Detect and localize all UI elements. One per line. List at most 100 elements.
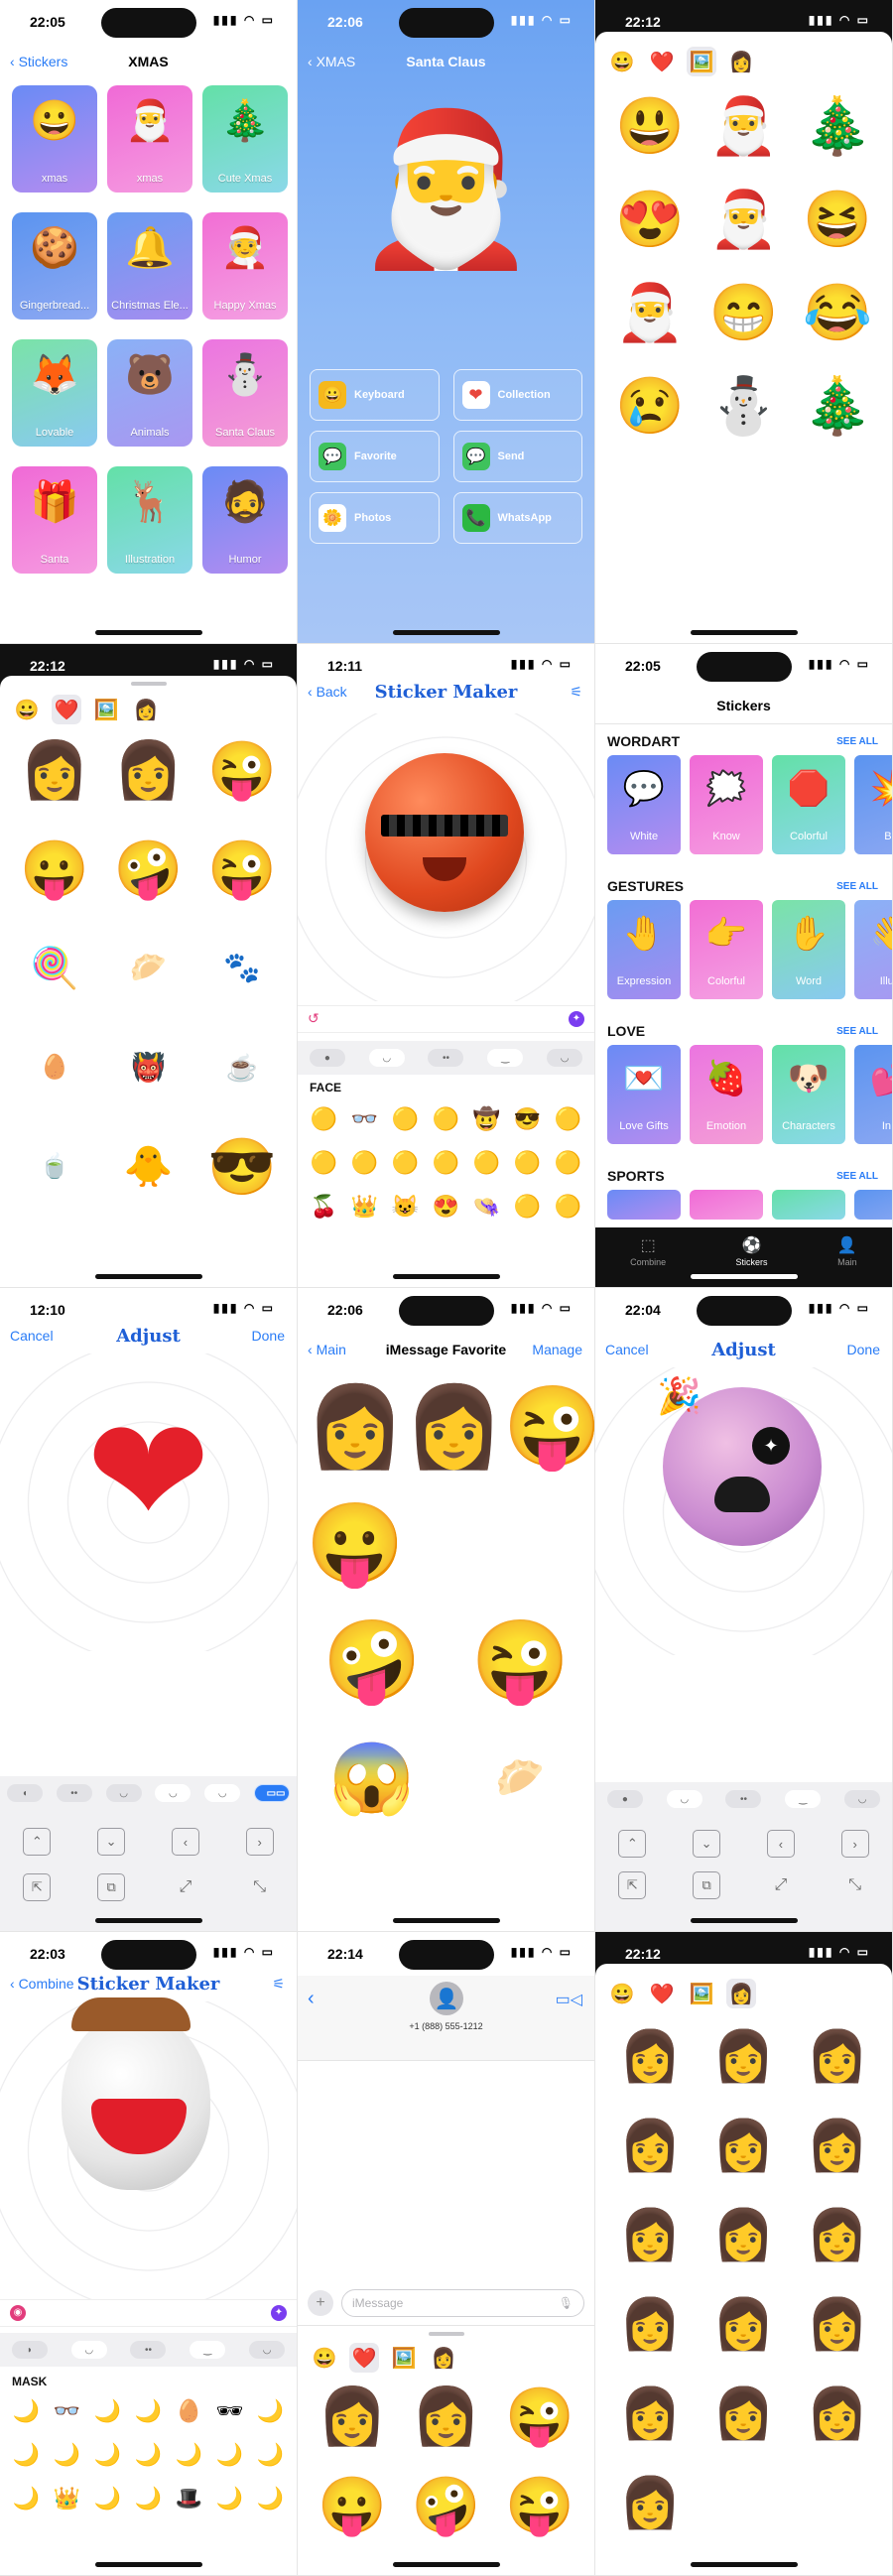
sticker[interactable]: 👩 [712, 2289, 774, 2359]
face-part[interactable]: 🟡 [473, 1148, 500, 1178]
plus-icon[interactable]: + [308, 2290, 333, 2316]
mask-part[interactable]: 🥚 [176, 2396, 202, 2426]
tab-stickers[interactable]: ⚽ Stickers [736, 1235, 768, 1287]
layer-chip[interactable]: ◡ [844, 1790, 881, 1808]
sticker[interactable]: 🤪 [412, 2471, 481, 2540]
reset-icon[interactable]: ↺ [308, 1010, 319, 1027]
mask-part[interactable]: 🌙 [13, 2396, 40, 2426]
sticker[interactable]: 🎅 [709, 185, 779, 254]
sticker[interactable]: 👩 [619, 2111, 681, 2180]
sticker[interactable]: 🍭 [30, 934, 79, 1003]
camera-icon[interactable]: ◉ [10, 2305, 26, 2321]
pack-card[interactable]: ✋ Word [772, 900, 845, 999]
mask-part[interactable]: 🌙 [94, 2440, 121, 2470]
mask-part[interactable]: 🌙 [94, 2484, 121, 2513]
sticker[interactable]: 👩 [318, 2382, 387, 2451]
sticker[interactable]: 😎 [207, 1132, 277, 1202]
pack-card[interactable] [690, 1190, 763, 1220]
layer-chip[interactable]: ● [606, 1790, 643, 1808]
layer-chip[interactable]: ‿ [785, 1790, 822, 1808]
category-card[interactable]: ⛄ Santa Claus [202, 339, 288, 447]
tab-emoji[interactable]: 😀 [607, 1979, 637, 2008]
face-part[interactable]: 🟡 [555, 1104, 581, 1134]
manage-button[interactable]: Manage [532, 1342, 582, 1357]
sticker[interactable]: 👩 [619, 2021, 681, 2091]
sticker[interactable]: 🍵 [40, 1132, 69, 1202]
move-right-icon[interactable]: › [245, 1828, 274, 1856]
category-card[interactable]: 🍪 Gingerbread... [12, 212, 97, 320]
shrink-icon[interactable]: ⤡ [841, 1871, 869, 1899]
sticker[interactable]: 🐾 [223, 934, 260, 1003]
face-part[interactable]: 🟡 [351, 1148, 378, 1178]
layer-chip[interactable]: ◡ [666, 1790, 702, 1808]
sticker[interactable]: 👩 [807, 2021, 868, 2091]
mask-part[interactable]: 🎩 [176, 2484, 202, 2513]
sticker[interactable]: 🎅 [615, 278, 685, 347]
layer-chip[interactable]: ◡ [155, 1784, 191, 1802]
category-card[interactable]: 🔔 Christmas Ele... [107, 212, 192, 320]
category-card[interactable]: 🧑‍🎄 Happy Xmas [202, 212, 288, 320]
sticker[interactable]: ☕ [226, 1033, 258, 1102]
photos-button[interactable]: 🌼 Photos [310, 492, 440, 544]
face-part[interactable]: 🟡 [555, 1192, 581, 1222]
sticker[interactable]: 👩 [412, 2382, 481, 2451]
face-part[interactable]: 👑 [351, 1192, 378, 1222]
magic-icon[interactable]: ✦ [569, 1011, 584, 1027]
pack-card[interactable]: 💬 White [607, 755, 681, 854]
face-part[interactable]: 👒 [473, 1192, 500, 1222]
layer-chip[interactable]: ‿ [190, 2341, 226, 2359]
move-up-icon[interactable]: ⌃ [618, 1830, 647, 1858]
face-part[interactable]: 👓 [351, 1104, 378, 1134]
tab-favorites[interactable]: ❤️ [647, 47, 677, 76]
sticker[interactable]: 😂 [803, 278, 872, 347]
pack-card[interactable] [854, 1190, 892, 1220]
move-right-icon[interactable]: › [840, 1830, 869, 1858]
layer-chip[interactable]: ◡ [70, 2341, 107, 2359]
tab-combine[interactable]: ⬚ Combine [630, 1235, 666, 1287]
sticker[interactable]: 😢 [615, 371, 685, 441]
sticker[interactable]: 👩 [807, 2289, 868, 2359]
back-chevron-icon[interactable]: ‹ [308, 1988, 315, 2010]
contact-avatar[interactable]: 👤 [430, 1982, 463, 2015]
tab-memoji[interactable]: 👩 [429, 2343, 458, 2373]
magic-icon[interactable]: ✦ [271, 2305, 287, 2321]
move-left-icon[interactable]: ‹ [766, 1830, 795, 1858]
sticker[interactable]: 😆 [803, 185, 872, 254]
layer-chip[interactable]: ◡ [249, 2341, 286, 2359]
layer-chip[interactable]: ◖ [6, 1784, 43, 1802]
mask-sticker-canvas[interactable] [62, 1997, 210, 2190]
sticker[interactable]: 👩 [807, 2200, 868, 2269]
face-part[interactable]: 🟡 [311, 1148, 337, 1178]
layer-chip[interactable]: ● [309, 1049, 345, 1067]
pack-card[interactable]: 💌 Love Gifts [607, 1045, 681, 1144]
mask-part[interactable]: 🌙 [13, 2440, 40, 2470]
sticker[interactable]: 😃 [615, 91, 685, 161]
tab-main[interactable]: 👤 Main [837, 1235, 857, 1287]
sticker[interactable]: 👩 [712, 2111, 774, 2180]
pack-card[interactable] [772, 1190, 845, 1220]
tab-favorites[interactable]: ❤️ [52, 695, 81, 724]
message-input[interactable]: iMessage 🎙 [341, 2289, 584, 2317]
mask-part[interactable]: 🌙 [54, 2440, 80, 2470]
move-left-icon[interactable]: ‹ [171, 1828, 199, 1856]
microphone-icon[interactable]: 🎙 [559, 2296, 574, 2310]
pack-card[interactable]: 💕 In L [854, 1045, 892, 1144]
sticker[interactable]: ⛄ [709, 371, 779, 441]
layer-chip[interactable]: ◡ [368, 1049, 405, 1067]
face-part[interactable]: 🟡 [514, 1192, 541, 1222]
sticker[interactable]: 👩 [712, 2200, 774, 2269]
expand-icon[interactable]: ⤢ [172, 1873, 199, 1901]
monster-sticker-canvas[interactable]: 🎉 ✦ [657, 1375, 822, 1546]
tab-emoji[interactable]: 😀 [12, 695, 42, 724]
mask-part[interactable]: 🌙 [176, 2440, 202, 2470]
sticker[interactable]: 🎄 [803, 91, 872, 161]
layer-chip[interactable]: •• [725, 1790, 762, 1808]
sticker[interactable]: 🐥 [124, 1132, 174, 1202]
sticker[interactable]: 🤪 [114, 835, 184, 904]
face-part[interactable]: 🍒 [311, 1192, 337, 1222]
sticker[interactable]: 🥚 [40, 1033, 69, 1102]
face-part[interactable]: 🟡 [433, 1104, 459, 1134]
sticker[interactable]: 👩 [807, 2379, 868, 2448]
sticker[interactable]: 😁 [709, 278, 779, 347]
layer-chip[interactable]: ◡ [105, 1784, 142, 1802]
